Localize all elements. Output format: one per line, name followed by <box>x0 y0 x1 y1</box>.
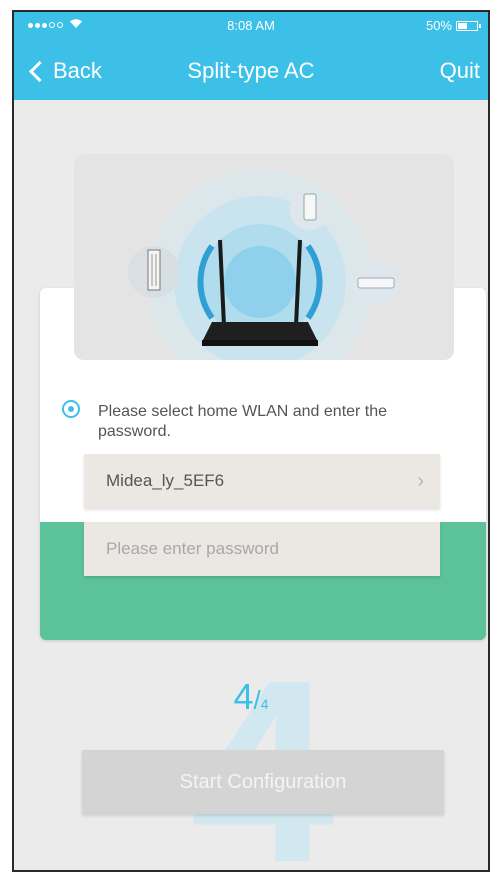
nav-bar: Back Split-type AC Quit <box>14 52 488 92</box>
step-current: 4 <box>233 676 254 717</box>
chevron-right-icon: › <box>417 470 424 492</box>
password-input[interactable] <box>106 524 426 574</box>
wlan-radio[interactable] <box>62 400 80 418</box>
wlan-select[interactable]: Midea_ly_5EF6 › <box>84 454 440 508</box>
battery-percent: 50% <box>425 18 452 33</box>
battery-icon <box>456 20 481 31</box>
step-separator: / <box>253 685 261 715</box>
status-bar: 8:08 AM 50% <box>14 12 488 38</box>
router-devices-graphic <box>128 170 398 360</box>
step-indicator: 4/4 <box>14 676 488 718</box>
status-time: 8:08 AM <box>227 18 275 33</box>
password-field-box <box>84 522 440 576</box>
top-bar: 8:08 AM 50% Back Split-type AC Quit <box>14 12 488 100</box>
wlan-value: Midea_ly_5EF6 <box>106 471 225 490</box>
step-total: 4 <box>260 696 269 712</box>
wlan-prompt: Please select home WLAN and enter the pa… <box>98 403 388 440</box>
start-configuration-button[interactable]: Start Configuration <box>82 750 444 814</box>
network-illustration <box>74 154 454 360</box>
page-title: Split-type AC <box>187 58 315 83</box>
quit-button[interactable]: Quit <box>440 58 480 84</box>
phone-screen: 8:08 AM 50% Back Split-type AC Quit Plea… <box>12 10 490 872</box>
status-right: 50% <box>425 18 481 33</box>
